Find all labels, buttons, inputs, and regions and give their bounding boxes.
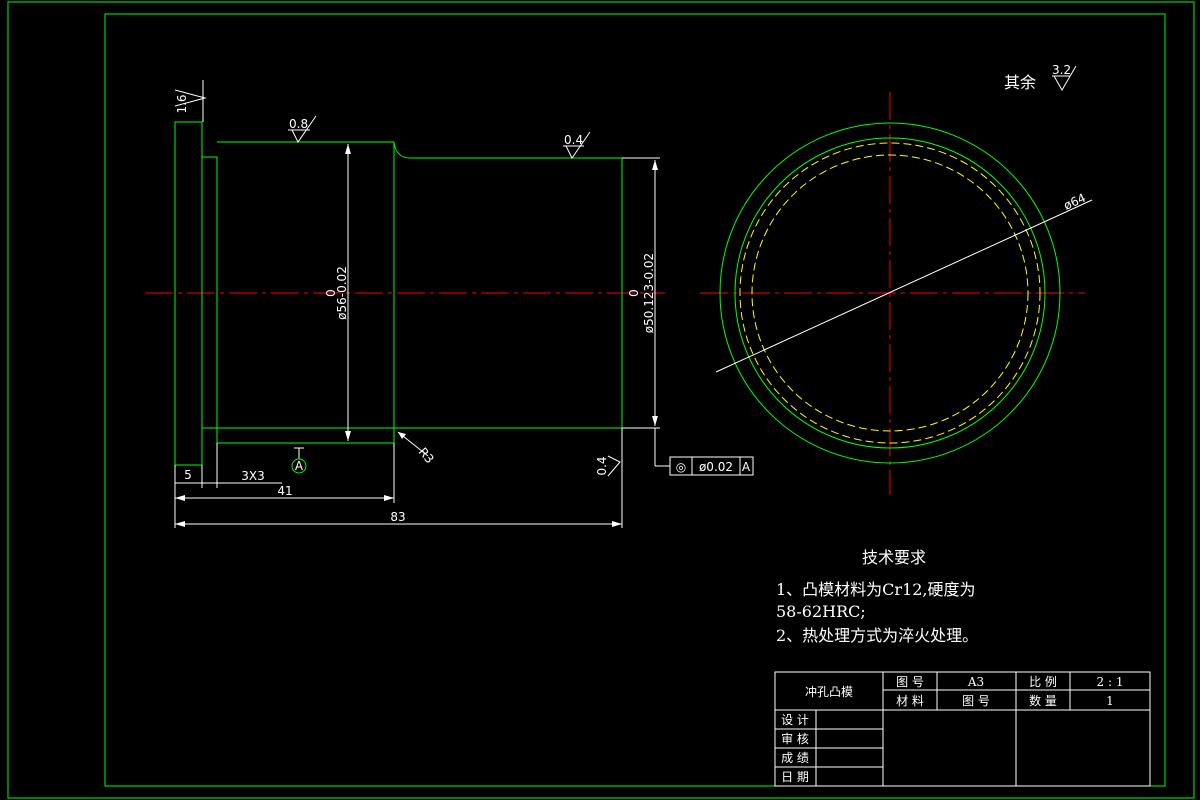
requirement-line-3: 2、热处理方式为淬火处理。	[776, 626, 978, 645]
tolerance-datum: A	[742, 460, 751, 474]
inner-border	[104, 13, 1166, 787]
arrow-83-right	[612, 521, 622, 527]
technical-requirements: 技术要求 1、凸模材料为Cr12,硬度为 58-62HRC; 2、热处理方式为淬…	[776, 548, 978, 645]
requirement-line-1: 1、凸模材料为Cr12,硬度为	[776, 580, 976, 599]
arrow-41-right	[384, 495, 394, 501]
requirements-title: 技术要求	[862, 548, 926, 567]
design-label: 设 计	[781, 713, 809, 727]
dim-len-41: 41	[277, 484, 292, 498]
finish-rest-value: 3.2	[1052, 63, 1071, 77]
grade-label: 成 绩	[781, 751, 809, 765]
review-label: 审 核	[781, 731, 809, 746]
drawing-no-label: 图 号	[896, 675, 924, 689]
dim-len-83: 83	[390, 510, 405, 524]
date-label: 日 期	[781, 770, 809, 784]
side-view: ø64 其余 3.2	[700, 63, 1093, 495]
dim-small-dia-upper: 0	[627, 289, 641, 297]
drawing-no-value: A3	[967, 675, 984, 689]
finish-flange: 1.6	[175, 94, 189, 113]
quantity-label: 数 量	[1029, 693, 1057, 708]
finish-end-face: 0.4	[595, 456, 609, 475]
material-value: 图 号	[962, 694, 990, 708]
tolerance-symbol: ◎	[676, 460, 686, 474]
dim-large-dia: ø56-0.02	[335, 266, 349, 320]
dim-flange-width: 5	[184, 468, 192, 482]
arrow-down-small	[652, 416, 658, 426]
dim-small-dia: ø50.123-0.02	[642, 253, 656, 333]
finish-rest-label: 其余	[1004, 73, 1036, 92]
finish-large-dia: 0.8	[289, 117, 308, 131]
surface-finish-symbol-end	[607, 455, 621, 477]
arrow-down	[345, 431, 351, 441]
arrow-83-left	[175, 521, 185, 527]
quantity-value: 1	[1106, 694, 1114, 708]
material-label: 材 料	[896, 694, 924, 708]
drawing-canvas: 0 ø56-0.02 0 ø50.123-0.02 1.6 0.8 0.4 0.…	[7, 1, 1195, 799]
arrow-up-small	[652, 160, 658, 170]
scale-value: 2 : 1	[1097, 675, 1124, 689]
tolerance-value: ø0.02	[699, 460, 733, 474]
scale-label: 比 例	[1029, 675, 1057, 689]
finish-small-dia: 0.4	[564, 133, 583, 147]
part-name: 冲孔凸模	[805, 684, 853, 699]
requirement-line-2: 58-62HRC;	[776, 602, 866, 621]
fillet-top	[393, 141, 411, 159]
large-diameter-section	[217, 141, 395, 429]
arrow-up	[345, 144, 351, 154]
dim-chamfer: 3X3	[241, 469, 265, 483]
arrow-41-left	[175, 495, 185, 501]
title-block: 冲孔凸模 图 号 A3 比 例 2 : 1 材 料 图 号 数 量 1 设 计 …	[774, 671, 1151, 787]
front-view: 0 ø56-0.02 0 ø50.123-0.02 1.6 0.8 0.4 0.…	[145, 80, 754, 528]
datum-letter: A	[295, 459, 304, 473]
dim-circle-dia: ø64	[1062, 191, 1088, 213]
